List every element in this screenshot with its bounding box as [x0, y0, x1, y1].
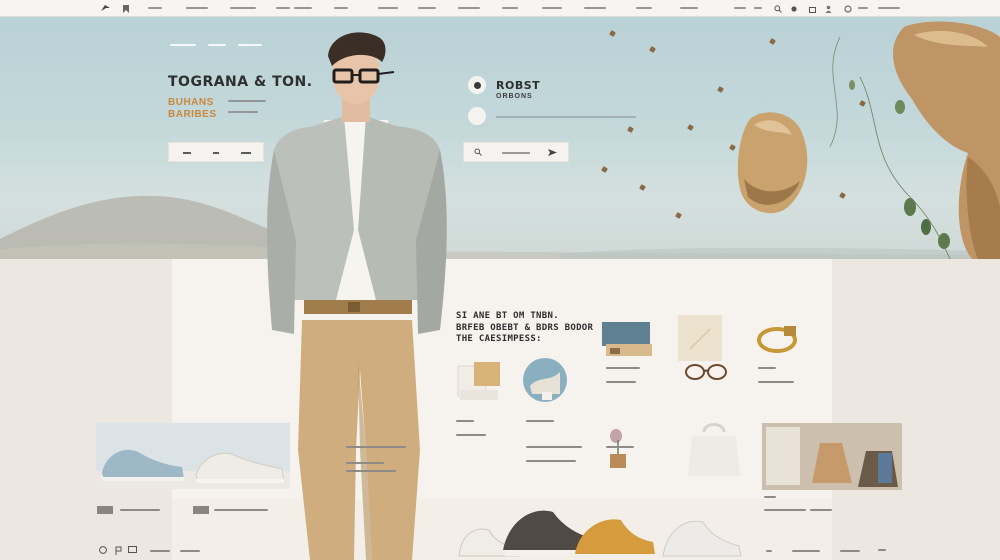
nav-link[interactable] — [636, 7, 652, 9]
bag-icon[interactable] — [686, 418, 742, 478]
footer-caption — [150, 550, 170, 552]
nav-link[interactable] — [680, 7, 698, 9]
product-caption — [456, 420, 474, 422]
thumbnail[interactable] — [193, 506, 209, 514]
accessories-banner-image[interactable] — [762, 423, 902, 490]
nav-link[interactable] — [878, 7, 900, 9]
product-caption — [606, 446, 634, 448]
bird-logo-icon[interactable] — [98, 0, 112, 17]
thumbnail[interactable] — [97, 506, 113, 514]
hero-banner: TOGRANA & TON. BUHANS BARIBES ROBST ORBO… — [0, 17, 1000, 259]
model-photo — [267, 32, 447, 560]
product-caption — [606, 367, 640, 369]
nav-link[interactable] — [276, 7, 290, 9]
nav-link[interactable] — [186, 7, 208, 9]
hero-nav-link[interactable] — [238, 44, 262, 46]
text-line — [764, 509, 806, 511]
product-caption — [758, 367, 776, 369]
section-title-line3: THE CAESIMPESS: — [456, 334, 542, 344]
promo-subtitle: ORBONS — [496, 93, 533, 100]
section-title-line2: BRFEB OBEBT & BDRS BODOR — [456, 323, 594, 333]
cushion-icon[interactable] — [454, 360, 502, 404]
sunglasses-icon[interactable] — [684, 360, 728, 382]
text-line — [346, 470, 396, 472]
product-caption — [758, 381, 794, 383]
nav-link[interactable] — [458, 7, 480, 9]
footer-caption — [766, 550, 772, 552]
promo-title: ROBST — [496, 79, 541, 92]
user-icon[interactable] — [822, 0, 834, 17]
shoes-row-image[interactable] — [455, 490, 745, 560]
floating-rock-image — [737, 112, 808, 214]
product-caption — [526, 420, 554, 422]
nav-link[interactable] — [294, 7, 312, 9]
nav-link[interactable] — [230, 7, 256, 9]
instagram-icon[interactable] — [98, 545, 108, 555]
sneakers-banner-image[interactable] — [96, 423, 290, 489]
right-gutter — [832, 259, 1000, 560]
nav-link[interactable] — [418, 7, 436, 9]
top-navigation-bar — [0, 0, 1000, 17]
left-gutter — [0, 259, 172, 560]
bracelet-icon[interactable] — [754, 322, 800, 356]
promo-option-icon[interactable] — [468, 107, 486, 125]
nav-link[interactable] — [734, 7, 746, 9]
hero-nav-link[interactable] — [170, 44, 196, 46]
nav-link[interactable] — [754, 7, 762, 9]
text-line — [346, 446, 406, 448]
footer-caption — [214, 509, 268, 511]
bag-icon[interactable] — [806, 0, 818, 17]
product-caption — [456, 434, 486, 436]
text-line — [810, 509, 832, 511]
nav-link[interactable] — [502, 7, 518, 9]
hero-subtitle-line2: BARIBES — [168, 109, 217, 120]
text-line — [764, 496, 776, 498]
pinterest-icon[interactable] — [115, 546, 123, 555]
nav-link[interactable] — [334, 7, 348, 9]
footer-caption — [180, 550, 200, 552]
product-caption — [606, 381, 636, 383]
promo-dot-icon — [468, 76, 486, 94]
search-icon[interactable] — [772, 0, 784, 17]
nav-link[interactable] — [584, 7, 606, 9]
footer-caption — [120, 509, 160, 511]
hero-nav-link[interactable] — [208, 44, 226, 46]
promo-description — [496, 116, 636, 118]
nav-link[interactable] — [858, 7, 868, 9]
hero-tagline — [228, 100, 266, 102]
speaker-icon[interactable] — [600, 320, 656, 360]
flower-vase-icon[interactable] — [604, 426, 632, 470]
nav-link[interactable] — [378, 7, 398, 9]
footer-caption — [792, 550, 820, 552]
footer-caption — [840, 550, 860, 552]
compass-icon[interactable] — [520, 356, 570, 404]
hero-tagline — [228, 111, 258, 113]
send-icon[interactable] — [548, 149, 557, 156]
hero-subtitle-line1: BUHANS — [168, 97, 214, 108]
vine-decoration — [829, 37, 951, 259]
heart-icon[interactable] — [788, 0, 800, 17]
hero-cta-button[interactable] — [168, 142, 264, 162]
footer-caption — [878, 549, 886, 551]
chat-icon[interactable] — [128, 546, 137, 555]
search-icon — [474, 148, 482, 156]
text-line — [346, 462, 384, 464]
section-title-line1: SI ANE BT OM TNBN. — [456, 311, 559, 321]
product-caption — [526, 446, 582, 448]
search-bar[interactable] — [463, 142, 569, 162]
globe-icon[interactable] — [842, 0, 854, 17]
nav-link[interactable] — [542, 7, 562, 9]
bookmark-icon[interactable] — [120, 0, 132, 17]
nav-link[interactable] — [148, 7, 162, 9]
notebook-icon[interactable] — [676, 313, 726, 363]
text-line — [526, 460, 576, 462]
